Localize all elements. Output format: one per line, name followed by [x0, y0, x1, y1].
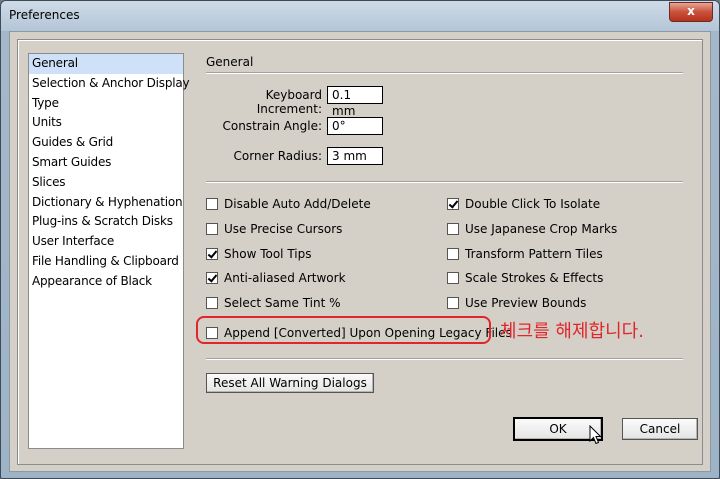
constrain-angle-input[interactable]: 0°	[327, 117, 383, 135]
sidebar-item-type[interactable]: Type	[29, 94, 183, 114]
checkbox-label: Use Precise Cursors	[224, 222, 343, 236]
keyboard-increment-label: Keyboard Increment:	[256, 88, 322, 116]
annotation-highlight	[196, 316, 491, 344]
corner-radius-input[interactable]: 3 mm	[327, 147, 383, 165]
checkbox-label: Use Japanese Crop Marks	[465, 222, 618, 236]
dialog-body: General Selection & Anchor Display Type Uni…	[9, 31, 711, 472]
checkbox-box[interactable]	[206, 198, 218, 210]
select-same-tint-checkbox[interactable]: Select Same Tint %	[206, 296, 341, 310]
checkbox-box[interactable]	[206, 272, 218, 284]
japanese-crop-marks-checkbox[interactable]: Use Japanese Crop Marks	[447, 222, 617, 236]
checkbox-label: Double Click To Isolate	[465, 197, 601, 211]
sidebar-item-user-interface[interactable]: User Interface	[29, 232, 183, 252]
checkbox-box[interactable]	[447, 272, 459, 284]
anti-aliased-checkbox[interactable]: Anti-aliased Artwork	[206, 271, 346, 285]
precise-cursors-checkbox[interactable]: Use Precise Cursors	[206, 222, 342, 236]
category-list[interactable]: General Selection & Anchor Display Type Uni…	[28, 53, 190, 449]
window-title: Preferences	[9, 8, 80, 22]
sidebar-item-guides-grid[interactable]: Guides & Grid	[29, 133, 183, 153]
sidebar-item-plug-ins-scratch-disks[interactable]: Plug-ins & Scratch Disks	[29, 212, 183, 232]
sidebar-item-units[interactable]: Units	[29, 113, 183, 133]
title-bar[interactable]: Preferences x	[1, 1, 719, 31]
checkbox-box[interactable]	[206, 297, 218, 309]
sidebar-item-file-handling-clipboard[interactable]: File Handling & Clipboard	[29, 252, 183, 272]
sidebar-item-selection-anchor-display[interactable]: Selection & Anchor Display	[29, 74, 190, 94]
sidebar-item-general[interactable]: General	[29, 54, 183, 74]
checkbox-box[interactable]	[447, 223, 459, 235]
transform-pattern-tiles-checkbox[interactable]: Transform Pattern Tiles	[447, 247, 603, 261]
divider	[206, 72, 683, 74]
checkbox-box[interactable]	[206, 223, 218, 235]
scale-strokes-checkbox[interactable]: Scale Strokes & Effects	[447, 271, 603, 285]
checkbox-label: Scale Strokes & Effects	[465, 271, 604, 285]
corner-radius-label: Corner Radius:	[233, 149, 322, 163]
close-button[interactable]: x	[669, 2, 713, 22]
cancel-button[interactable]: Cancel	[622, 418, 698, 440]
checkbox-label: Disable Auto Add/Delete	[224, 197, 371, 211]
checkbox-box[interactable]	[447, 297, 459, 309]
checkbox-label: Show Tool Tips	[224, 247, 312, 261]
double-click-isolate-checkbox[interactable]: Double Click To Isolate	[447, 197, 600, 211]
disable-auto-add-checkbox[interactable]: Disable Auto Add/Delete	[206, 197, 371, 211]
checkbox-label: Select Same Tint %	[224, 296, 341, 310]
keyboard-increment-input[interactable]: 0.1 mm	[327, 86, 383, 118]
divider	[206, 181, 683, 183]
section-title: General	[206, 55, 254, 69]
checkbox-box[interactable]	[447, 198, 459, 210]
sidebar-item-dictionary-hyphenation[interactable]: Dictionary & Hyphenation	[29, 193, 183, 213]
annotation-text: 체크를 해제합니다.	[500, 321, 644, 342]
checkbox-box[interactable]	[206, 248, 218, 260]
reset-warning-dialogs-button[interactable]: Reset All Warning Dialogs	[206, 373, 374, 393]
sidebar-item-appearance-of-black[interactable]: Appearance of Black	[29, 272, 183, 292]
divider	[206, 358, 683, 360]
checkbox-label: Use Preview Bounds	[465, 296, 587, 310]
sidebar-item-smart-guides[interactable]: Smart Guides	[29, 153, 183, 173]
show-tool-tips-checkbox[interactable]: Show Tool Tips	[206, 247, 311, 261]
close-icon: x	[687, 4, 695, 18]
preferences-window: Preferences x General Selection & Anchor …	[0, 0, 720, 479]
sidebar-item-slices[interactable]: Slices	[29, 173, 183, 193]
mouse-cursor-icon	[589, 425, 601, 445]
checkbox-label: Anti-aliased Artwork	[224, 271, 346, 285]
checkbox-label: Transform Pattern Tiles	[465, 247, 603, 261]
checkbox-box[interactable]	[447, 248, 459, 260]
constrain-angle-label: Constrain Angle:	[222, 119, 322, 133]
preview-bounds-checkbox[interactable]: Use Preview Bounds	[447, 296, 586, 310]
